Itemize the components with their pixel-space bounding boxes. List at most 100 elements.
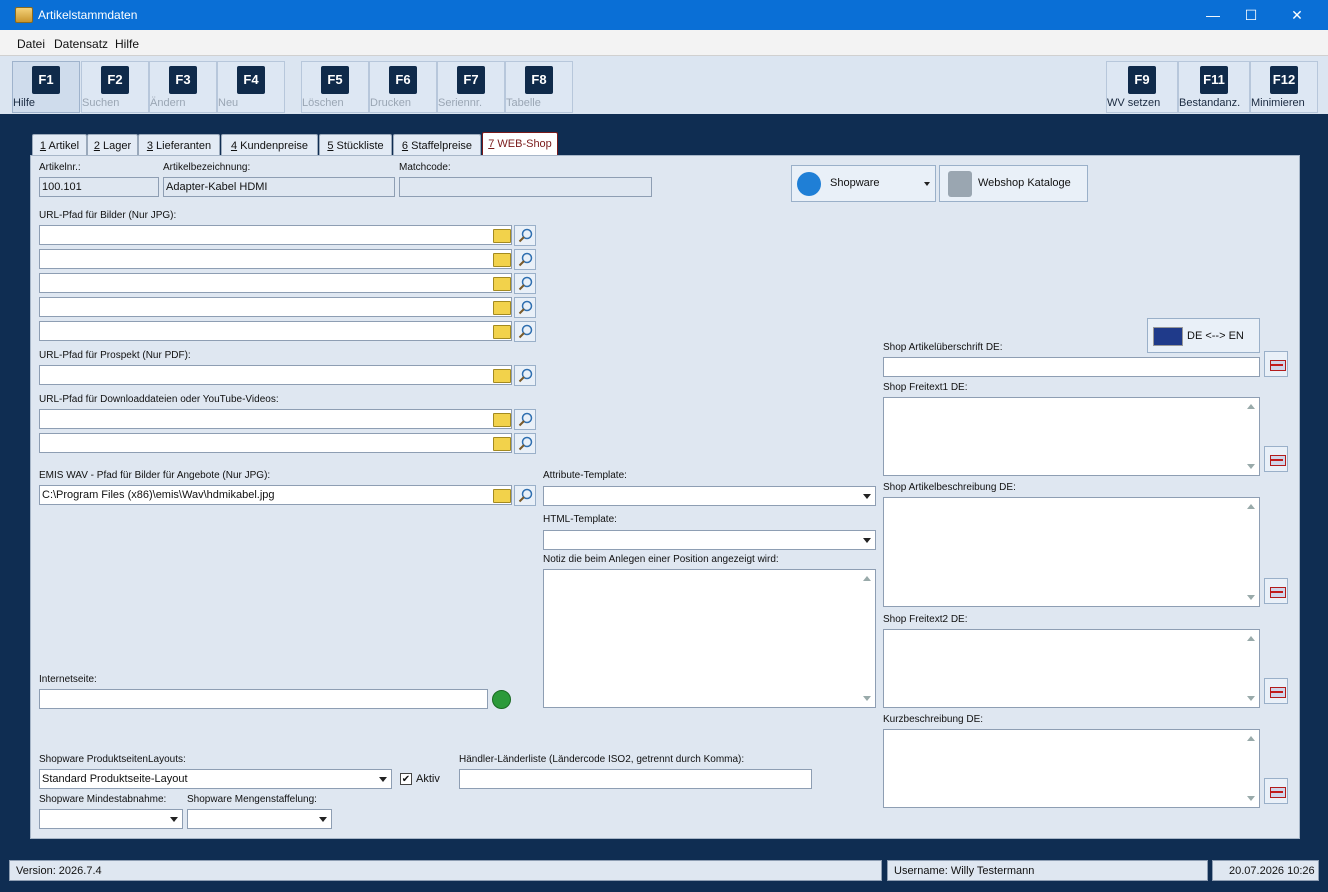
f12-key: F12 (1270, 66, 1298, 94)
url-download-label: URL-Pfad für Downloaddateien oder YouTub… (39, 394, 279, 405)
bezeichnung-field[interactable]: Adapter-Kabel HDMI (163, 177, 395, 197)
webshop-kataloge-button[interactable]: Webshop Kataloge (939, 165, 1088, 202)
artikelnr-label: Artikelnr.: (39, 162, 81, 173)
search-icon[interactable] (514, 249, 536, 270)
search-icon[interactable] (514, 409, 536, 430)
emis-path-field[interactable]: C:\Program Files (x86)\emis\Wav\hdmikabe… (39, 485, 512, 505)
translate-freitext1-button[interactable] (1264, 446, 1288, 472)
url-bilder-2-field[interactable] (39, 249, 512, 269)
folder-icon[interactable] (493, 229, 511, 243)
tab-webshop[interactable]: 7 WEB-Shop (482, 132, 558, 157)
tab-artikel[interactable]: 1 Artikel (32, 134, 87, 157)
tab-webshop-label: WEB-Shop (494, 138, 552, 150)
kurzbeschreibung-textarea[interactable] (883, 729, 1260, 808)
url-bilder-1-field[interactable] (39, 225, 512, 245)
folder-icon[interactable] (493, 437, 511, 451)
menu-datensatz[interactable]: Datensatz (54, 37, 108, 51)
freitext2-label: Shop Freitext2 DE: (883, 614, 968, 625)
translate-beschreibung-button[interactable] (1264, 578, 1288, 604)
search-icon[interactable] (514, 297, 536, 318)
f5-delete-button[interactable]: F5 Löschen (301, 61, 369, 113)
freitext1-textarea[interactable] (883, 397, 1260, 476)
menu-hilfe[interactable]: Hilfe (115, 37, 139, 51)
url-prospekt-field[interactable] (39, 365, 512, 385)
tab-kundenpreise[interactable]: 4 Kundenpreise (221, 134, 318, 157)
scroll-down-icon[interactable] (1247, 595, 1255, 600)
artikelnr-field[interactable]: 100.101 (39, 177, 159, 197)
tab-lager[interactable]: 2 Lager (87, 134, 138, 157)
url-download-2-field[interactable] (39, 433, 512, 453)
haendler-label: Händler-Länderliste (Ländercode ISO2, ge… (459, 754, 745, 765)
f1-help-button[interactable]: F1 Hilfe (12, 61, 80, 113)
f12-minimize-button[interactable]: F12 Minimieren (1250, 61, 1318, 113)
attribute-template-select[interactable] (543, 486, 876, 506)
f7-serial-button[interactable]: F7 Seriennr. (437, 61, 505, 113)
f8-table-button[interactable]: F8 Tabelle (505, 61, 573, 113)
folder-icon[interactable] (493, 253, 511, 267)
translate-ueberschrift-button[interactable] (1264, 351, 1288, 377)
scroll-up-icon[interactable] (1247, 736, 1255, 741)
translate-kurz-button[interactable] (1264, 778, 1288, 804)
ueberschrift-field[interactable] (883, 357, 1260, 377)
translate-freitext2-button[interactable] (1264, 678, 1288, 704)
f3-edit-button[interactable]: F3 Ändern (149, 61, 217, 113)
layouts-label: Shopware ProduktseitenLayouts: (39, 754, 186, 765)
menu-datei[interactable]: Datei (17, 37, 45, 51)
layouts-select[interactable]: Standard Produktseite-Layout (39, 769, 392, 789)
mindestabnahme-select[interactable] (39, 809, 183, 829)
translate-button[interactable]: DE <--> EN (1147, 318, 1260, 353)
folder-icon[interactable] (493, 325, 511, 339)
tab-lieferanten[interactable]: 3 Lieferanten (138, 134, 220, 157)
aktiv-checkbox[interactable]: ✔ (400, 773, 412, 785)
url-bilder-4-field[interactable] (39, 297, 512, 317)
freitext2-textarea[interactable] (883, 629, 1260, 708)
beschreibung-textarea[interactable] (883, 497, 1260, 607)
title-bar: Artikelstammdaten — ☐ ✕ (0, 0, 1328, 30)
f6-print-button[interactable]: F6 Drucken (369, 61, 437, 113)
folder-icon[interactable] (493, 301, 511, 315)
search-icon[interactable] (514, 321, 536, 342)
url-bilder-5-field[interactable] (39, 321, 512, 341)
mindest-label: Shopware Mindestabnahme: (39, 794, 167, 805)
f9-wv-button[interactable]: F9 WV setzen (1106, 61, 1178, 113)
url-download-1-field[interactable] (39, 409, 512, 429)
close-button[interactable]: ✕ (1274, 0, 1320, 30)
search-icon[interactable] (514, 485, 536, 506)
maximize-button[interactable]: ☐ (1228, 0, 1274, 30)
search-icon[interactable] (514, 433, 536, 454)
tab-stueckliste[interactable]: 5 Stückliste (319, 134, 392, 157)
bezeichnung-label: Artikelbezeichnung: (163, 162, 251, 173)
shopware-select[interactable]: Shopware (791, 165, 936, 202)
scroll-up-icon[interactable] (863, 576, 871, 581)
folder-icon[interactable] (493, 277, 511, 291)
folder-icon[interactable] (493, 413, 511, 427)
f2-search-button[interactable]: F2 Suchen (81, 61, 149, 113)
notiz-textarea[interactable] (543, 569, 876, 708)
scroll-up-icon[interactable] (1247, 636, 1255, 641)
f11-stock-button[interactable]: F11 Bestandanz. (1178, 61, 1250, 113)
matchcode-field[interactable] (399, 177, 652, 197)
haendler-field[interactable] (459, 769, 812, 789)
scroll-up-icon[interactable] (1247, 404, 1255, 409)
uk-flag-icon (1153, 327, 1183, 346)
search-icon[interactable] (514, 273, 536, 294)
f4-new-button[interactable]: F4 Neu (217, 61, 285, 113)
scroll-down-icon[interactable] (1247, 464, 1255, 469)
url-bilder-3-field[interactable] (39, 273, 512, 293)
scroll-down-icon[interactable] (1247, 696, 1255, 701)
tab-staffelpreise[interactable]: 6 Staffelpreise (393, 134, 481, 157)
folder-icon[interactable] (493, 369, 511, 383)
open-globe-icon[interactable] (492, 690, 511, 709)
f7-key: F7 (457, 66, 485, 94)
internet-field[interactable] (39, 689, 488, 709)
window-title: Artikelstammdaten (38, 8, 138, 22)
search-icon[interactable] (514, 365, 536, 386)
scroll-down-icon[interactable] (863, 696, 871, 701)
scroll-up-icon[interactable] (1247, 504, 1255, 509)
f4-label: Neu (218, 97, 239, 109)
mengenstaffelung-select[interactable] (187, 809, 332, 829)
html-template-select[interactable] (543, 530, 876, 550)
scroll-down-icon[interactable] (1247, 796, 1255, 801)
search-icon[interactable] (514, 225, 536, 246)
folder-icon[interactable] (493, 489, 511, 503)
